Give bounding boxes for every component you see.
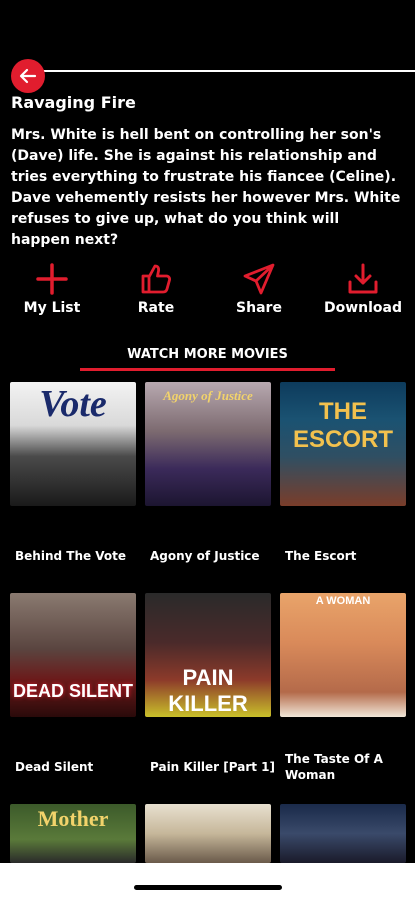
- poster-title: PAIN KILLER: [168, 665, 248, 716]
- header-divider: [28, 70, 415, 72]
- download-icon: [348, 263, 378, 294]
- poster-title: Vote: [39, 383, 107, 425]
- poster-title: DEAD SILENT: [12, 681, 133, 701]
- movie-caption: Dead Silent: [15, 760, 94, 774]
- share-button[interactable]: Share: [211, 262, 307, 316]
- movie-card-agony-of-justice[interactable]: Agony of Justice: [145, 382, 271, 506]
- poster-title: Mother: [37, 806, 109, 831]
- rate-label: Rate: [137, 300, 175, 316]
- my-list-button[interactable]: My List: [4, 262, 100, 316]
- download-button[interactable]: Download: [315, 262, 411, 316]
- thumbs-up-icon: [141, 264, 171, 294]
- movie-caption: Pain Killer [Part 1]: [150, 760, 275, 774]
- poster-title: A WOMAN: [315, 595, 371, 607]
- poster-title: Agony of Justice: [163, 388, 253, 403]
- rate-button[interactable]: Rate: [108, 262, 204, 316]
- home-indicator[interactable]: [134, 885, 282, 890]
- arrow-left-icon: [19, 68, 37, 84]
- movie-caption: Agony of Justice: [150, 549, 260, 563]
- share-label: Share: [236, 300, 282, 316]
- system-bottom-bar: [0, 863, 415, 900]
- download-label: Download: [323, 300, 403, 316]
- plus-icon: [36, 263, 68, 295]
- my-list-label: My List: [23, 300, 81, 316]
- movie-card-the-taste-of-a-woman[interactable]: A WOMAN: [280, 593, 406, 717]
- movie-synopsis: Mrs. White is hell bent on controlling h…: [11, 127, 401, 248]
- back-button[interactable]: [11, 59, 45, 93]
- movie-caption: The Taste Of A Woman: [285, 752, 383, 782]
- movie-title: Ravaging Fire: [11, 93, 136, 112]
- poster-title: THE ESCORT: [292, 398, 393, 453]
- movie-card-pain-killer[interactable]: PAIN KILLER: [145, 593, 271, 717]
- movie-card[interactable]: [280, 804, 406, 863]
- movie-caption: The Escort: [285, 549, 357, 563]
- movie-card[interactable]: [145, 804, 271, 863]
- movie-card-mother[interactable]: Mother: [10, 804, 136, 863]
- movie-card-behind-the-vote[interactable]: Vote: [10, 382, 136, 506]
- watch-more-heading: WATCH MORE MOVIES: [127, 347, 288, 362]
- section-underline: [80, 368, 335, 371]
- movie-caption: Behind The Vote: [15, 549, 127, 563]
- movie-card-the-escort[interactable]: THE ESCORT: [280, 382, 406, 506]
- send-icon: [243, 263, 275, 295]
- movie-card-dead-silent[interactable]: DEAD SILENT: [10, 593, 136, 717]
- action-bar: My List Rate Share Download: [0, 262, 415, 322]
